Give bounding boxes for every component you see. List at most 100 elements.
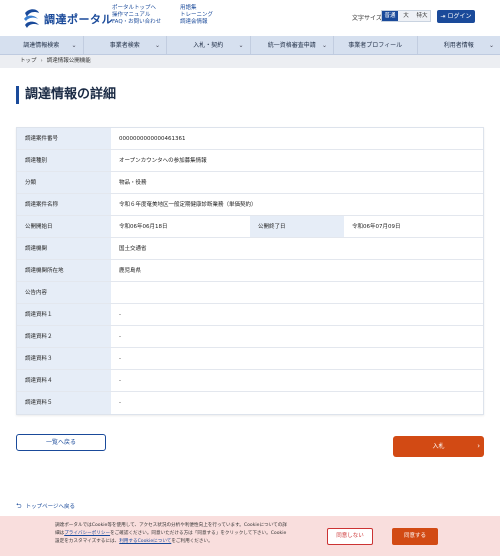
chevron-down-icon: ⌄ [154,42,160,49]
table-row: 調達機関所在地 鹿児島県 [17,260,483,282]
global-nav: 調達情報検索 ⌄ 事業者検索 ⌄ 入札・契約 ⌄ 統一資格審査申請 ⌄ 事業者プロフィー… [0,36,500,55]
table-row: 分類 物品・役務 [17,172,483,194]
chevron-down-icon: ⌄ [488,42,494,49]
table-row: 調達資料５ - [17,392,483,414]
privacy-policy-link[interactable]: プライバシーポリシー [64,531,110,536]
logo-text: 調達ポータル [44,13,113,26]
row-label: 調達資料４ [17,370,111,391]
cookie-text-line3a: 設定をカスタマイズするには、 [55,539,120,544]
table-row-dates: 公開開始日 令和06年06月18日 公開終了日 令和06年07月09日 [17,216,483,238]
font-size-switcher: 普通 大 特大 [381,10,431,22]
cookie-banner: 調達ポータルではCookie等を使用して、アクセス状況の分析や利便性向上を行って… [0,516,500,556]
table-row: 公告内容 [17,282,483,304]
back-to-list-button[interactable]: 一覧へ戻る [16,434,106,451]
row-label: 調達資料３ [17,348,111,369]
cookie-message: 調達ポータルではCookie等を使用して、アクセス状況の分析や利便性向上を行って… [55,522,315,546]
nav-label: 事業者検索 [109,42,140,49]
row-value: - [119,356,121,362]
header-links-primary: ポータルトップへ 操作マニュアル FAQ・お問い合わせ [112,5,161,26]
row-label: 調達機関 [17,238,111,259]
logo-mark-icon [24,9,39,28]
bid-label: 入札 [432,443,445,450]
table-row: 調達機関 国土交通省 [17,238,483,260]
row-label: 調達資料２ [17,326,111,347]
login-label: ログイン [447,13,472,20]
nav-label: 統一資格審査申請 [267,42,316,49]
nav-label: 利用者情報 [443,42,474,49]
link-portal-top[interactable]: ポータルトップへ [112,5,161,12]
nav-business-search[interactable]: 事業者検索 ⌄ [84,36,167,54]
row-label: 調達案件番号 [17,128,111,149]
row-value: 令和６年度奄美地区一般定期健康診断業務（単価契約） [119,202,257,208]
table-row: 調達案件番号 0000000000000461361 [17,128,483,150]
link-glossary[interactable]: 用語集 [180,5,213,12]
row-value: 物品・役務 [119,180,147,186]
cookie-accept-button[interactable]: 同意する [392,528,438,545]
nav-label: 事業者プロフィール [348,42,403,49]
back-to-top-link[interactable]: ⮌ トップページへ戻る [16,502,75,513]
cookie-usage-link[interactable]: 利用するCookieについて [119,539,171,544]
table-row: 調達資料１ - [17,304,483,326]
start-date-label: 公開開始日 [17,216,111,237]
font-size-label: 文字サイズ [352,15,382,22]
nav-user-info[interactable]: 利用者情報 ⌄ [418,36,500,54]
table-row: 調達資料３ - [17,348,483,370]
font-size-normal-button[interactable]: 普通 [382,11,398,21]
row-label: 調達種別 [17,150,111,171]
row-label: 分類 [17,172,111,193]
link-meeting-info[interactable]: 調達会情報 [180,19,213,26]
row-label: 公告内容 [17,282,111,303]
site-logo[interactable]: 調達ポータル [22,6,113,30]
row-value: - [119,400,121,406]
header-links-secondary: 用語集 トレーニング 調達会情報 [180,5,213,26]
row-label: 調達案件名称 [17,194,111,215]
table-row: 調達種別 オープンカウンタへの参加募集情報 [17,150,483,172]
row-label: 調達資料１ [17,304,111,325]
bid-button[interactable]: 入札 › [393,436,484,457]
link-manual[interactable]: 操作マニュアル [112,12,161,19]
nav-label: 入札・契約 [193,42,224,49]
nav-business-profile[interactable]: 事業者プロフィール [334,36,418,54]
chevron-down-icon: ⌄ [321,42,327,49]
breadcrumb: トップ › 調達情報公開機能 [0,55,500,68]
table-row: 調達案件名称 令和６年度奄美地区一般定期健康診断業務（単価契約） [17,194,483,216]
cookie-text-line1: 調達ポータルではCookie等を使用して、アクセス状況の分析や利便性向上を行って… [55,523,287,528]
row-value: 鹿児島県 [119,268,142,274]
nav-qualification[interactable]: 統一資格審査申請 ⌄ [251,36,334,54]
chevron-right-icon: › [40,58,43,64]
detail-table: 調達案件番号 0000000000000461361 調達種別 オープンカウンタ… [16,127,484,415]
chevron-right-icon: › [477,442,480,450]
link-training[interactable]: トレーニング [180,12,213,19]
row-label: 調達資料５ [17,392,111,414]
login-button[interactable]: ⇥ ログイン [437,10,475,23]
chevron-down-icon: ⌄ [71,42,77,49]
row-value: - [119,312,121,318]
cookie-text-line2a: 細は [55,531,65,536]
site-header: 調達ポータル ポータルトップへ 操作マニュアル FAQ・お問い合わせ 用語集 ト… [0,0,500,36]
nav-procurement-search[interactable]: 調達情報検索 ⌄ [0,36,84,54]
breadcrumb-home[interactable]: トップ [20,58,37,64]
cookie-text-line3b: をご利用ください。 [171,539,213,544]
font-size-large-button[interactable]: 大 [398,11,414,21]
nav-bid-contract[interactable]: 入札・契約 ⌄ [167,36,251,54]
font-size-xlarge-button[interactable]: 特大 [414,11,430,21]
row-value: オープンカウンタへの参加募集情報 [119,158,207,164]
table-row: 調達資料４ - [17,370,483,392]
nav-label: 調達情報検索 [23,42,60,49]
start-date-value: 令和06年06月18日 [119,224,168,230]
link-faq[interactable]: FAQ・お問い合わせ [112,19,161,26]
row-value: - [119,378,121,384]
end-date-value: 令和06年07月09日 [352,224,401,230]
page-title: 調達情報の詳細 [16,86,116,104]
login-icon: ⇥ [440,13,446,20]
chevron-down-icon: ⌄ [238,42,244,49]
row-value: - [119,334,121,340]
row-label: 調達機関所在地 [17,260,111,281]
back-to-top-label: トップページへ戻る [25,504,76,510]
row-value: 国土交通省 [119,246,147,252]
return-arrow-icon: ⮌ [16,502,22,510]
cookie-deny-button[interactable]: 同意しない [327,528,373,545]
table-row: 調達資料２ - [17,326,483,348]
end-date-label: 公開終了日 [250,216,344,237]
row-value: 0000000000000461361 [119,136,186,142]
